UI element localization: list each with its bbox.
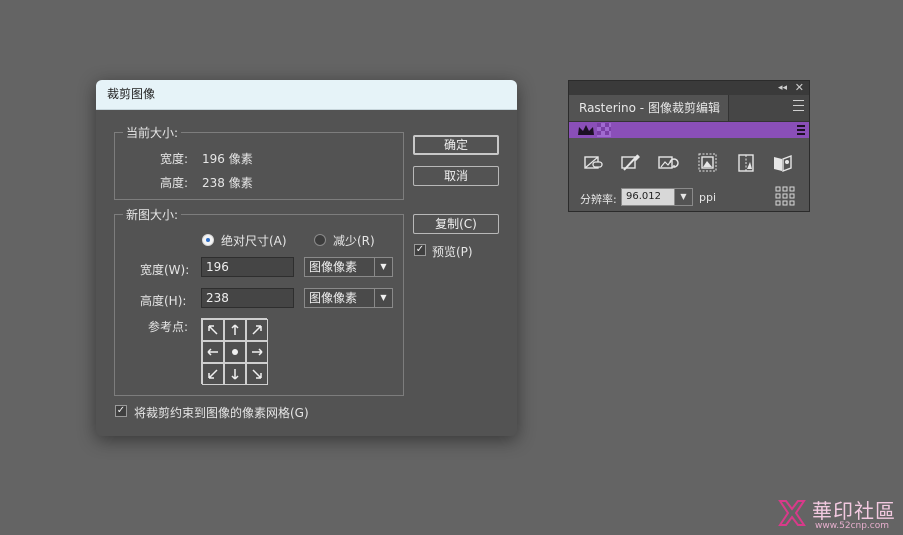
arrow-down-icon <box>231 369 239 380</box>
current-size-legend: 当前大小: <box>126 126 179 140</box>
resolution-select[interactable]: 96.012 ▼ <box>621 188 693 206</box>
absolute-size-radio[interactable] <box>202 234 214 246</box>
width-unit-select[interactable]: 图像像素 ▼ <box>304 257 393 277</box>
new-height-label: 高度(H): <box>140 294 187 308</box>
arrow-left-icon <box>207 348 218 356</box>
anchor-bottom[interactable] <box>224 363 246 385</box>
anchor-right[interactable] <box>246 341 268 363</box>
anchor-label: 参考点: <box>148 320 189 334</box>
anchor-bottom-right[interactable] <box>246 363 268 385</box>
current-height-value: 238 像素 <box>202 176 253 190</box>
puzzle-icon[interactable] <box>772 153 794 173</box>
constrain-pixel-grid-label[interactable]: 将裁剪约束到图像的像素网格(G) <box>134 404 309 421</box>
dialog-title: 裁剪图像 <box>96 80 517 110</box>
copy-button[interactable]: 复制(C) <box>413 214 499 234</box>
arrow-up-left-icon <box>208 325 218 335</box>
frame-crop-icon[interactable] <box>697 153 719 173</box>
preview-checkbox[interactable]: ✓ <box>414 244 426 256</box>
watermark-url: www.52cnp.com <box>815 521 890 531</box>
checker-pattern-icon <box>597 123 611 137</box>
chevron-down-icon: ▼ <box>374 258 392 276</box>
absolute-size-label[interactable]: 绝对尺寸(A) <box>221 232 287 249</box>
arrow-up-right-icon <box>252 325 262 335</box>
anchor-grid <box>201 318 268 385</box>
anchor-top[interactable] <box>224 319 246 341</box>
arrow-down-right-icon <box>252 369 262 379</box>
anchor-center[interactable] <box>224 341 246 363</box>
width-unit-value: 图像像素 <box>309 260 358 274</box>
anchor-bottom-left[interactable] <box>202 363 224 385</box>
new-width-label: 宽度(W): <box>140 263 190 277</box>
reduce-radio[interactable] <box>314 234 326 246</box>
ok-button[interactable]: 确定 <box>413 135 499 155</box>
resolution-unit: ppi <box>699 191 717 204</box>
watermark-text: 華印社區 <box>812 499 896 523</box>
rotate-crop-icon[interactable] <box>657 153 679 173</box>
brand-menu-icon[interactable] <box>797 124 805 135</box>
preview-label[interactable]: 预览(P) <box>432 243 473 260</box>
collapse-icon[interactable]: ◂◂ <box>778 81 787 95</box>
panel-header-strip: ◂◂ ✕ <box>569 81 809 95</box>
new-height-input[interactable]: 238 <box>201 288 294 308</box>
panel-menu-icon[interactable] <box>793 100 804 111</box>
crop-image-dialog: 裁剪图像 当前大小: 宽度: 196 像素 高度: 238 像素 新图大小: 绝… <box>96 80 517 436</box>
arrow-down-left-icon <box>208 369 218 379</box>
chevron-down-icon: ▼ <box>674 189 692 205</box>
panel-tab-bar: Rasterino - 图像裁剪编辑 <box>569 95 809 122</box>
brush-crop-icon[interactable] <box>620 153 642 173</box>
center-dot-icon <box>232 349 238 355</box>
current-height-label: 高度: <box>160 176 189 190</box>
height-unit-value: 图像像素 <box>309 291 358 305</box>
chevron-down-icon: ▼ <box>374 289 392 307</box>
close-icon[interactable]: ✕ <box>795 81 804 95</box>
split-image-icon[interactable] <box>735 153 757 173</box>
grid-options-icon[interactable] <box>775 186 795 206</box>
resolution-value: 96.012 <box>626 191 661 202</box>
constrain-pixel-grid-checkbox[interactable]: ✓ <box>115 405 127 417</box>
cancel-button[interactable]: 取消 <box>413 166 499 186</box>
arrow-right-icon <box>252 348 263 356</box>
plugin-brand-bar <box>569 122 809 138</box>
link-crop-icon[interactable] <box>583 153 605 173</box>
anchor-left[interactable] <box>202 341 224 363</box>
new-width-input[interactable]: 196 <box>201 257 294 277</box>
height-unit-select[interactable]: 图像像素 ▼ <box>304 288 393 308</box>
anchor-top-left[interactable] <box>202 319 224 341</box>
crown-logo-icon <box>578 125 594 135</box>
current-width-value: 196 像素 <box>202 152 253 166</box>
anchor-top-right[interactable] <box>246 319 268 341</box>
watermark-logo-icon <box>778 500 806 526</box>
current-width-label: 宽度: <box>160 152 189 166</box>
new-size-legend: 新图大小: <box>126 208 179 222</box>
rasterino-panel: ◂◂ ✕ Rasterino - 图像裁剪编辑 分辨率: 96.012 ▼ pp… <box>568 80 810 212</box>
current-size-group: 当前大小: <box>114 124 404 200</box>
arrow-up-icon <box>231 324 239 335</box>
reduce-label[interactable]: 减少(R) <box>333 232 375 249</box>
resolution-label: 分辨率: <box>580 193 617 206</box>
panel-tab-rasterino[interactable]: Rasterino - 图像裁剪编辑 <box>569 95 729 121</box>
